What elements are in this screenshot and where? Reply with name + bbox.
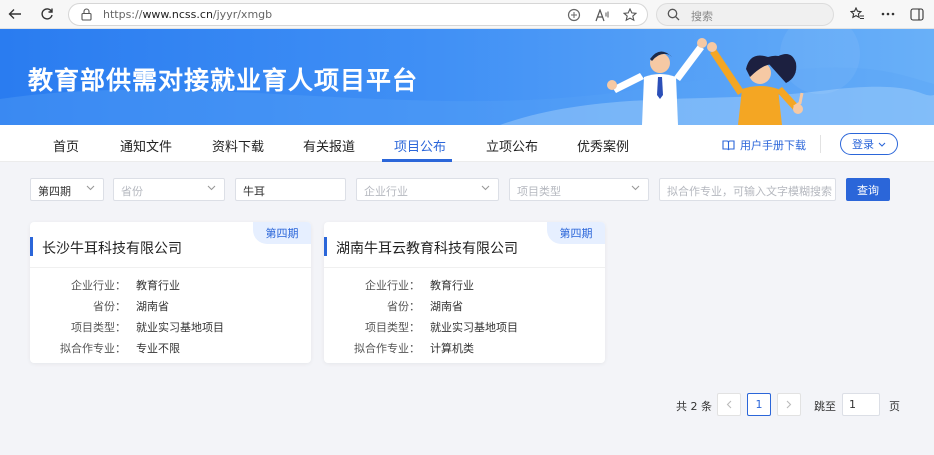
chevron-down-icon <box>481 185 490 191</box>
refresh-icon[interactable] <box>36 3 58 25</box>
project-type-select[interactable]: 项目类型 <box>509 178 649 201</box>
chevron-down-icon <box>878 142 886 147</box>
field-label: 项目类型： <box>365 321 420 334</box>
field-label: 省份： <box>93 300 126 313</box>
keyword-input[interactable]: 牛耳 <box>235 178 346 201</box>
browser-search-box[interactable]: 搜索 <box>656 3 834 26</box>
chevron-down-icon <box>631 185 640 191</box>
major-search-placeholder: 拟合作专业，可输入文字模糊搜索 <box>667 185 832 198</box>
nav-item-home[interactable]: 首页 <box>53 136 79 155</box>
card-accent-bar <box>30 237 33 256</box>
jump-to-label: 跳至 <box>814 400 836 413</box>
address-bar[interactable]: https://www.ncss.cn/jyyr/xmgb <box>68 3 648 26</box>
site-banner: 教育部供需对接就业育人项目平台 <box>0 29 934 125</box>
field-label: 拟合作专业： <box>60 342 126 355</box>
field-value: 专业不限 <box>136 342 180 355</box>
card-divider <box>324 267 605 268</box>
field-label: 项目类型： <box>71 321 126 334</box>
prev-page-button[interactable] <box>717 393 741 416</box>
nav-item-project-announcements[interactable]: 项目公布 <box>394 136 446 155</box>
browser-search-placeholder: 搜索 <box>691 10 713 23</box>
more-options-icon[interactable] <box>877 3 899 25</box>
field-label: 企业行业： <box>71 279 126 292</box>
read-aloud-icon[interactable] <box>594 7 610 23</box>
period-tag: 第四期 <box>253 222 311 244</box>
main-nav: 首页 通知文件 资料下载 有关报道 项目公布 立项公布 优秀案例 用户手册下载 … <box>0 125 934 162</box>
field-value: 湖南省 <box>430 300 463 313</box>
book-icon <box>722 140 735 151</box>
card-divider <box>30 267 311 268</box>
nav-item-reports[interactable]: 有关报道 <box>303 136 355 155</box>
query-button[interactable]: 查询 <box>846 178 890 201</box>
company-name[interactable]: 湖南牛耳云教育科技有限公司 <box>336 238 518 258</box>
field-value: 教育行业 <box>136 279 180 292</box>
province-select[interactable]: 省份 <box>113 178 225 201</box>
jump-page-input[interactable]: 1 <box>842 393 880 416</box>
company-name[interactable]: 长沙牛耳科技有限公司 <box>42 238 182 258</box>
keyword-input-value: 牛耳 <box>243 185 265 198</box>
page-suffix-label: 页 <box>889 400 900 413</box>
pagination-total: 共 2 条 <box>676 400 712 413</box>
favorites-list-icon[interactable] <box>846 3 868 25</box>
sidebar-toggle-icon[interactable] <box>906 3 928 25</box>
project-type-select-placeholder: 项目类型 <box>517 185 561 198</box>
field-value: 计算机类 <box>430 342 474 355</box>
field-value: 湖南省 <box>136 300 169 313</box>
nav-item-approved-projects[interactable]: 立项公布 <box>486 136 538 155</box>
lock-icon <box>81 8 92 24</box>
industry-select[interactable]: 企业行业 <box>356 178 499 201</box>
major-search-input[interactable]: 拟合作专业，可输入文字模糊搜索 <box>659 178 836 201</box>
project-card[interactable]: 湖南牛耳云教育科技有限公司 第四期 企业行业： 教育行业 省份： 湖南省 项目类… <box>324 222 605 363</box>
reader-mode-icon[interactable] <box>566 7 582 23</box>
period-select[interactable]: 第四期 <box>30 178 104 201</box>
nav-item-excellent-cases[interactable]: 优秀案例 <box>577 136 629 155</box>
favorite-star-icon[interactable] <box>622 7 638 23</box>
login-label: 登录 <box>852 138 874 151</box>
province-select-placeholder: 省份 <box>121 185 143 198</box>
search-icon <box>667 8 680 24</box>
field-value: 教育行业 <box>430 279 474 292</box>
platform-title: 教育部供需对接就业育人项目平台 <box>28 66 419 95</box>
project-card[interactable]: 长沙牛耳科技有限公司 第四期 企业行业： 教育行业 省份： 湖南省 项目类型： … <box>30 222 311 363</box>
url-text: https://www.ncss.cn/jyyr/xmgb <box>103 8 273 21</box>
back-arrow-icon[interactable] <box>4 3 26 25</box>
card-accent-bar <box>324 237 327 256</box>
nav-item-downloads[interactable]: 资料下载 <box>212 136 264 155</box>
chevron-down-icon <box>86 185 95 191</box>
industry-select-placeholder: 企业行业 <box>364 185 408 198</box>
chevron-right-icon <box>786 400 792 409</box>
period-select-value: 第四期 <box>38 185 71 198</box>
field-label: 企业行业： <box>365 279 420 292</box>
page-number-button[interactable]: 1 <box>747 393 771 416</box>
nav-divider <box>820 135 821 153</box>
field-label: 拟合作专业： <box>354 342 420 355</box>
next-page-button[interactable] <box>777 393 801 416</box>
user-manual-download-link[interactable]: 用户手册下载 <box>722 137 806 153</box>
nav-item-notices[interactable]: 通知文件 <box>120 136 172 155</box>
field-value: 就业实习基地项目 <box>430 321 518 334</box>
period-tag: 第四期 <box>547 222 605 244</box>
field-label: 省份： <box>387 300 420 313</box>
user-manual-label: 用户手册下载 <box>740 139 806 152</box>
chevron-down-icon <box>207 185 216 191</box>
high-five-illustration <box>607 38 804 125</box>
browser-toolbar: https://www.ncss.cn/jyyr/xmgb 搜索 <box>0 0 934 29</box>
active-tab-indicator <box>382 159 452 162</box>
field-value: 就业实习基地项目 <box>136 321 224 334</box>
chevron-left-icon <box>726 400 732 409</box>
login-button[interactable]: 登录 <box>840 133 898 155</box>
